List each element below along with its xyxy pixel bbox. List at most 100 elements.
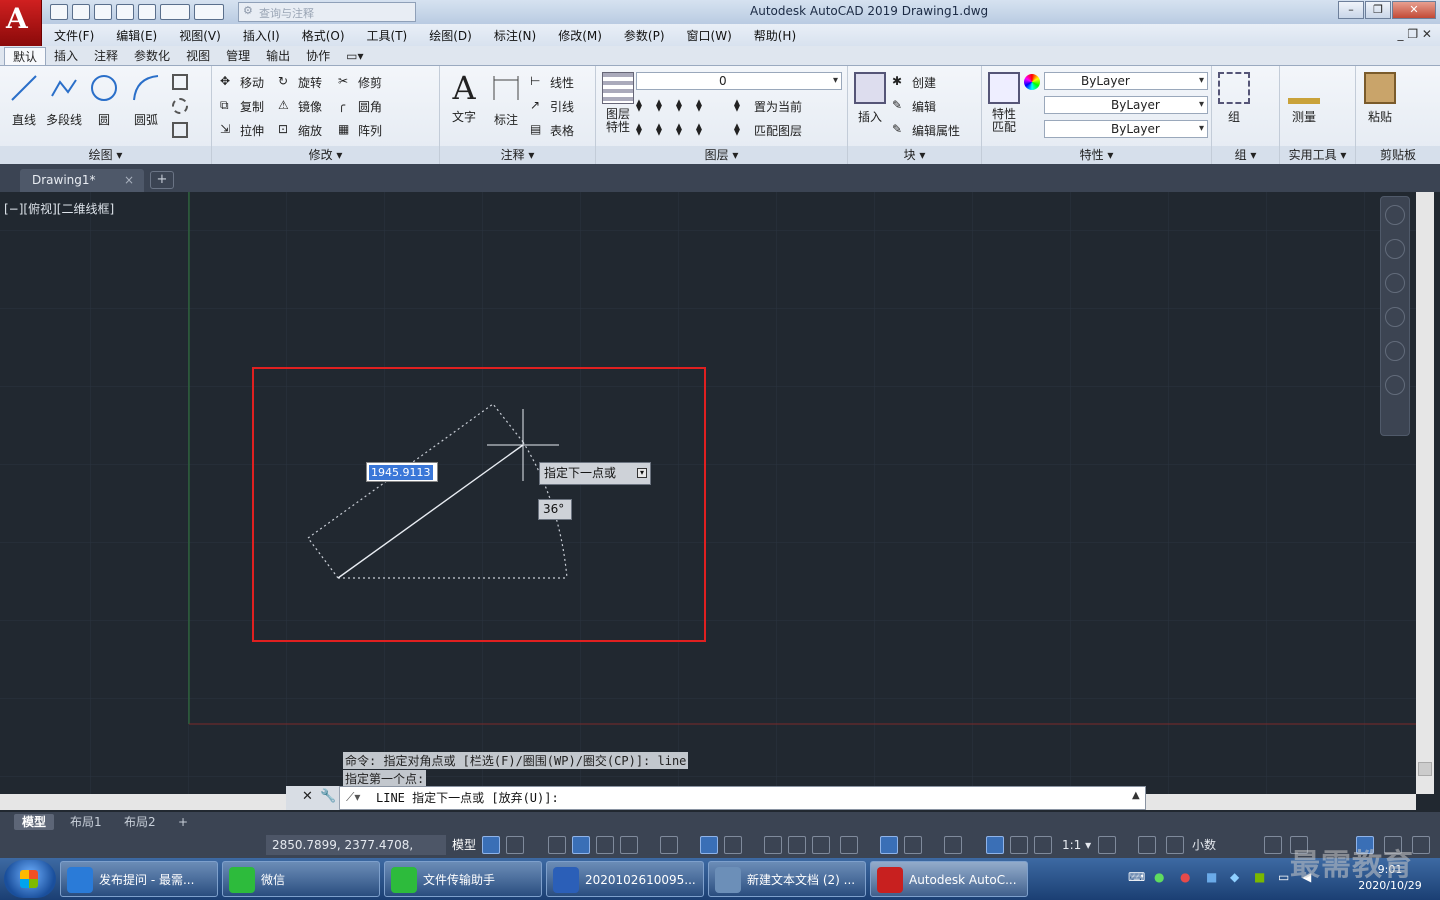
- minimize-button[interactable]: –: [1338, 1, 1364, 19]
- command-line-grip[interactable]: ✕ 🔧: [286, 786, 340, 810]
- ribbon-tab[interactable]: 注释: [86, 47, 126, 65]
- start-button[interactable]: [4, 860, 56, 898]
- quick-properties-icon[interactable]: [1264, 836, 1282, 854]
- selection-filter-icon[interactable]: [904, 836, 922, 854]
- workspace-gear-icon[interactable]: [1098, 836, 1116, 854]
- tab-layout1[interactable]: 布局1: [62, 814, 110, 830]
- ribbon-tab[interactable]: 插入: [46, 47, 86, 65]
- coordinates-display[interactable]: 2850.7899, 2377.4708, 0.0000: [266, 835, 446, 872]
- menu-item[interactable]: 插入(I): [243, 27, 280, 44]
- zoom-icon[interactable]: [1385, 307, 1405, 327]
- color-dropdown[interactable]: ByLayer: [1044, 72, 1208, 90]
- scale-button[interactable]: ⊡ 缩放: [278, 120, 322, 140]
- create-block-button[interactable]: ✱ 创建: [892, 72, 936, 92]
- table-button[interactable]: ▤ 表格: [530, 120, 574, 140]
- close-button[interactable]: ✕: [1392, 1, 1436, 19]
- match-properties-button[interactable]: 特性 匹配: [984, 72, 1024, 134]
- isometric-icon[interactable]: [660, 836, 678, 854]
- ortho-icon[interactable]: [596, 836, 614, 854]
- weibo-tray-icon[interactable]: ●: [1180, 870, 1190, 884]
- workspace-search[interactable]: ⚙ 查询与注释: [238, 2, 416, 22]
- ribbon-tab[interactable]: 管理: [218, 47, 258, 65]
- model-space-button[interactable]: 模型: [450, 835, 478, 855]
- orbit-icon[interactable]: [1385, 341, 1405, 361]
- redo-icon[interactable]: [194, 4, 224, 20]
- nvidia-tray-icon[interactable]: ■: [1254, 870, 1265, 884]
- leader-button[interactable]: ↗ 引线: [530, 96, 574, 116]
- block-panel-title[interactable]: 块 ▾: [848, 146, 981, 164]
- lineweight-icon[interactable]: [764, 836, 782, 854]
- menu-item[interactable]: 绘图(D): [429, 27, 472, 44]
- units-icon[interactable]: [1166, 836, 1184, 854]
- taskbar-item[interactable]: 新建文本文档 (2) ...: [708, 861, 866, 897]
- maximize-button[interactable]: ❐: [1365, 1, 1391, 19]
- layer-dropdown[interactable]: 0: [636, 72, 842, 90]
- ribbon-tab[interactable]: 协作: [298, 47, 338, 65]
- menu-item[interactable]: 参数(P): [624, 27, 665, 44]
- scroll-thumb[interactable]: [1418, 762, 1432, 776]
- dynamic-input-icon[interactable]: [572, 836, 590, 854]
- rectangle-icon[interactable]: [172, 72, 188, 92]
- close-tab-icon[interactable]: ×: [124, 169, 134, 191]
- menu-item[interactable]: 编辑(E): [116, 27, 157, 44]
- match-layer-button[interactable]: ⧫ 匹配图层: [734, 120, 802, 140]
- recent-commands-icon[interactable]: ⟋▾: [346, 790, 360, 805]
- ribbon-tab[interactable]: 参数化: [126, 47, 178, 65]
- layer-tools-row-2[interactable]: ⧫ ⧫ ⧫ ⧫: [636, 120, 712, 140]
- layer-tools-row-1[interactable]: ⧫ ⧫ ⧫ ⧫: [636, 96, 712, 116]
- mirror-button[interactable]: ⚠ 镜像: [278, 96, 322, 116]
- snap-icon[interactable]: [506, 836, 524, 854]
- infer-constraints-icon[interactable]: [548, 836, 566, 854]
- array-button[interactable]: ▦ 阵列: [338, 120, 382, 140]
- taskbar-item[interactable]: 2020102610095...: [546, 861, 704, 897]
- pan-icon[interactable]: [1385, 273, 1405, 293]
- dimension-button[interactable]: 标注: [486, 72, 526, 128]
- menu-item[interactable]: 工具(T): [367, 27, 408, 44]
- stretch-button[interactable]: ⇲ 拉伸: [220, 120, 264, 140]
- arc-button[interactable]: 圆弧: [126, 72, 166, 128]
- save-as-icon[interactable]: [116, 4, 134, 20]
- hatch-icon[interactable]: [172, 96, 188, 116]
- viewport-controls[interactable]: [−][俯视][二维线框]: [4, 200, 114, 217]
- drawing-canvas[interactable]: [0, 192, 1416, 794]
- layers-panel-title[interactable]: 图层 ▾: [596, 146, 847, 164]
- menu-item[interactable]: 修改(M): [558, 27, 602, 44]
- taskbar-item[interactable]: 发布提问 - 最需...: [60, 861, 218, 897]
- modify-panel-title[interactable]: 修改 ▾: [212, 146, 439, 164]
- document-window-controls[interactable]: _ ❐ ✕: [1398, 27, 1432, 41]
- tab-drawing1[interactable]: Drawing1* ×: [20, 169, 144, 192]
- menu-item[interactable]: 帮助(H): [754, 27, 796, 44]
- utilities-panel-title[interactable]: 实用工具 ▾: [1280, 146, 1355, 164]
- steering-wheel-icon[interactable]: [1385, 239, 1405, 259]
- open-file-icon[interactable]: [72, 4, 90, 20]
- properties-panel-title[interactable]: 特性 ▾: [982, 146, 1211, 164]
- save-icon[interactable]: [94, 4, 112, 20]
- copy-button[interactable]: ⧉ 复制: [220, 96, 264, 116]
- vertical-scrollbar[interactable]: [1416, 192, 1434, 794]
- keyboard-icon[interactable]: ⌨: [1128, 870, 1145, 884]
- security-tray-icon[interactable]: ■: [1206, 870, 1217, 884]
- grid-icon[interactable]: [482, 836, 500, 854]
- layer-properties-button[interactable]: 图层 特性: [598, 72, 638, 134]
- set-current-button[interactable]: ⧫ 置为当前: [734, 96, 802, 116]
- trim-button[interactable]: ✂ 修剪: [338, 72, 382, 92]
- display-tray-icon[interactable]: ▭: [1278, 870, 1289, 884]
- menu-item[interactable]: 视图(V): [179, 27, 221, 44]
- taskbar-item[interactable]: 文件传输助手: [384, 861, 542, 897]
- print-icon[interactable]: [138, 4, 156, 20]
- viewcube-icon[interactable]: [1385, 205, 1405, 225]
- linear-dimension-button[interactable]: ⊢ 线性: [530, 72, 574, 92]
- paste-button[interactable]: 粘贴: [1360, 72, 1400, 125]
- command-history-toggle-icon[interactable]: ▲: [1132, 790, 1140, 801]
- ribbon-tab[interactable]: 默认: [4, 47, 47, 65]
- new-tab-button[interactable]: +: [150, 171, 174, 189]
- rotate-button[interactable]: ↻ 旋转: [278, 72, 322, 92]
- edit-attributes-button[interactable]: ✎ 编辑属性: [892, 120, 960, 140]
- gradient-icon[interactable]: [172, 120, 188, 140]
- menu-item[interactable]: 窗口(W): [687, 27, 732, 44]
- circle-button[interactable]: 圆: [84, 72, 124, 128]
- ribbon-tab[interactable]: 视图: [178, 47, 218, 65]
- text-button[interactable]: A 文字: [444, 72, 484, 125]
- linetype-dropdown[interactable]: ByLayer: [1044, 96, 1208, 114]
- menu-item[interactable]: 标注(N): [494, 27, 536, 44]
